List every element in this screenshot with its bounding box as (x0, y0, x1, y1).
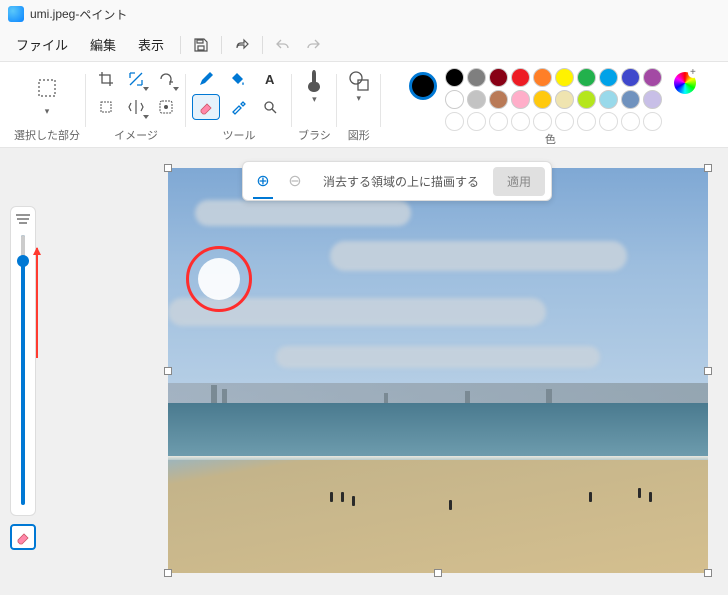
brush-tool[interactable]: ▾ (298, 66, 330, 106)
canvas-area: ⊕ ⊖ 消去する領域の上に描画する 適用 (0, 148, 728, 595)
separator (180, 36, 181, 54)
color-swatch[interactable] (577, 68, 596, 87)
canvas[interactable] (168, 168, 708, 573)
selection-label: 選択した部分 (14, 127, 80, 147)
color-swatch[interactable] (599, 68, 618, 87)
title-filename: umi.jpeg (30, 7, 75, 21)
fill-icon[interactable] (224, 66, 252, 92)
menubar: ファイル 編集 表示 (0, 28, 728, 62)
brush-label: ブラシ (298, 127, 331, 147)
color-swatch[interactable] (467, 112, 486, 131)
color-swatch[interactable] (445, 90, 464, 109)
ribbon: ▾ 選択した部分 イメージ A ツール ▾ ブラシ (0, 62, 728, 148)
color-swatch[interactable] (511, 68, 530, 87)
color-picker-icon[interactable] (674, 72, 696, 94)
remove-area-icon: ⊖ (281, 167, 309, 195)
eraser-mode-button[interactable] (10, 524, 36, 550)
annotation-arrow (36, 248, 38, 358)
separator (221, 36, 222, 54)
slider-track[interactable] (21, 235, 25, 505)
image-label: イメージ (114, 127, 158, 147)
color-swatch[interactable] (555, 68, 574, 87)
color-swatch[interactable] (577, 112, 596, 131)
ai-remove-icon[interactable] (152, 94, 180, 120)
select-tool[interactable] (29, 70, 65, 106)
resize-handle[interactable] (164, 367, 172, 375)
menu-edit[interactable]: 編集 (80, 29, 126, 60)
color-swatch[interactable] (577, 90, 596, 109)
resize-handle[interactable] (704, 164, 712, 172)
flip-icon[interactable] (122, 94, 150, 120)
slider-preview-icon (15, 213, 31, 225)
add-area-icon[interactable]: ⊕ (249, 167, 277, 195)
resize-handle[interactable] (164, 164, 172, 172)
color-swatch[interactable] (643, 112, 662, 131)
undo-icon[interactable] (269, 31, 297, 59)
color-swatch[interactable] (445, 112, 464, 131)
color-swatch[interactable] (489, 68, 508, 87)
resize-handle[interactable] (434, 569, 442, 577)
save-icon[interactable] (187, 31, 215, 59)
selectall-icon[interactable] (92, 94, 120, 120)
color-swatch[interactable] (533, 68, 552, 87)
resize-handle[interactable] (704, 569, 712, 577)
separator (262, 36, 263, 54)
current-color[interactable] (409, 72, 437, 100)
canvas-wrapper (168, 168, 708, 573)
pencil-icon[interactable] (192, 66, 220, 92)
color-swatch[interactable] (467, 90, 486, 109)
color-swatch[interactable] (599, 90, 618, 109)
apply-button: 適用 (493, 167, 545, 196)
group-tools: A ツール (186, 66, 292, 147)
rotate-icon[interactable] (152, 66, 180, 92)
color-swatch[interactable] (533, 112, 552, 131)
resize-icon[interactable] (122, 66, 150, 92)
group-shapes: ▾ 図形 (337, 66, 381, 147)
color-swatch[interactable] (621, 112, 640, 131)
shapes-label: 図形 (348, 127, 370, 147)
slider-thumb[interactable] (17, 255, 29, 267)
color-swatch[interactable] (445, 68, 464, 87)
svg-text:A: A (265, 72, 275, 87)
color-swatch[interactable] (511, 112, 530, 131)
redo-icon[interactable] (299, 31, 327, 59)
resize-handle[interactable] (704, 367, 712, 375)
group-color: 色 (381, 66, 720, 147)
color-swatch[interactable] (621, 90, 640, 109)
group-brush: ▾ ブラシ (292, 66, 337, 147)
eraser-icon[interactable] (192, 94, 220, 120)
crop-icon[interactable] (92, 66, 120, 92)
tools-label: ツール (223, 127, 256, 147)
titlebar: umi.jpeg - ペイント (0, 0, 728, 28)
text-icon[interactable]: A (256, 66, 284, 92)
color-palette (445, 68, 662, 131)
color-swatch[interactable] (511, 90, 530, 109)
magnifier-icon[interactable] (256, 94, 284, 120)
color-swatch[interactable] (467, 68, 486, 87)
shapes-tool[interactable]: ▾ (343, 66, 375, 106)
share-icon[interactable] (228, 31, 256, 59)
eyedropper-icon[interactable] (224, 94, 252, 120)
color-swatch[interactable] (621, 68, 640, 87)
color-swatch[interactable] (643, 90, 662, 109)
title-appname: ペイント (79, 6, 127, 23)
group-image: イメージ (86, 66, 186, 147)
color-swatch[interactable] (533, 90, 552, 109)
menu-file[interactable]: ファイル (6, 29, 78, 60)
color-swatch[interactable] (599, 112, 618, 131)
color-swatch[interactable] (489, 112, 508, 131)
annotation-circle (186, 246, 252, 312)
app-icon (8, 6, 24, 22)
resize-handle[interactable] (164, 569, 172, 577)
color-swatch[interactable] (555, 90, 574, 109)
generative-erase-bar: ⊕ ⊖ 消去する領域の上に描画する 適用 (242, 161, 552, 201)
color-swatch[interactable] (489, 90, 508, 109)
color-swatch[interactable] (555, 112, 574, 131)
color-swatch[interactable] (643, 68, 662, 87)
menu-view[interactable]: 表示 (128, 29, 174, 60)
group-selection: ▾ 選択した部分 (8, 66, 86, 147)
erase-hint: 消去する領域の上に描画する (313, 173, 489, 190)
